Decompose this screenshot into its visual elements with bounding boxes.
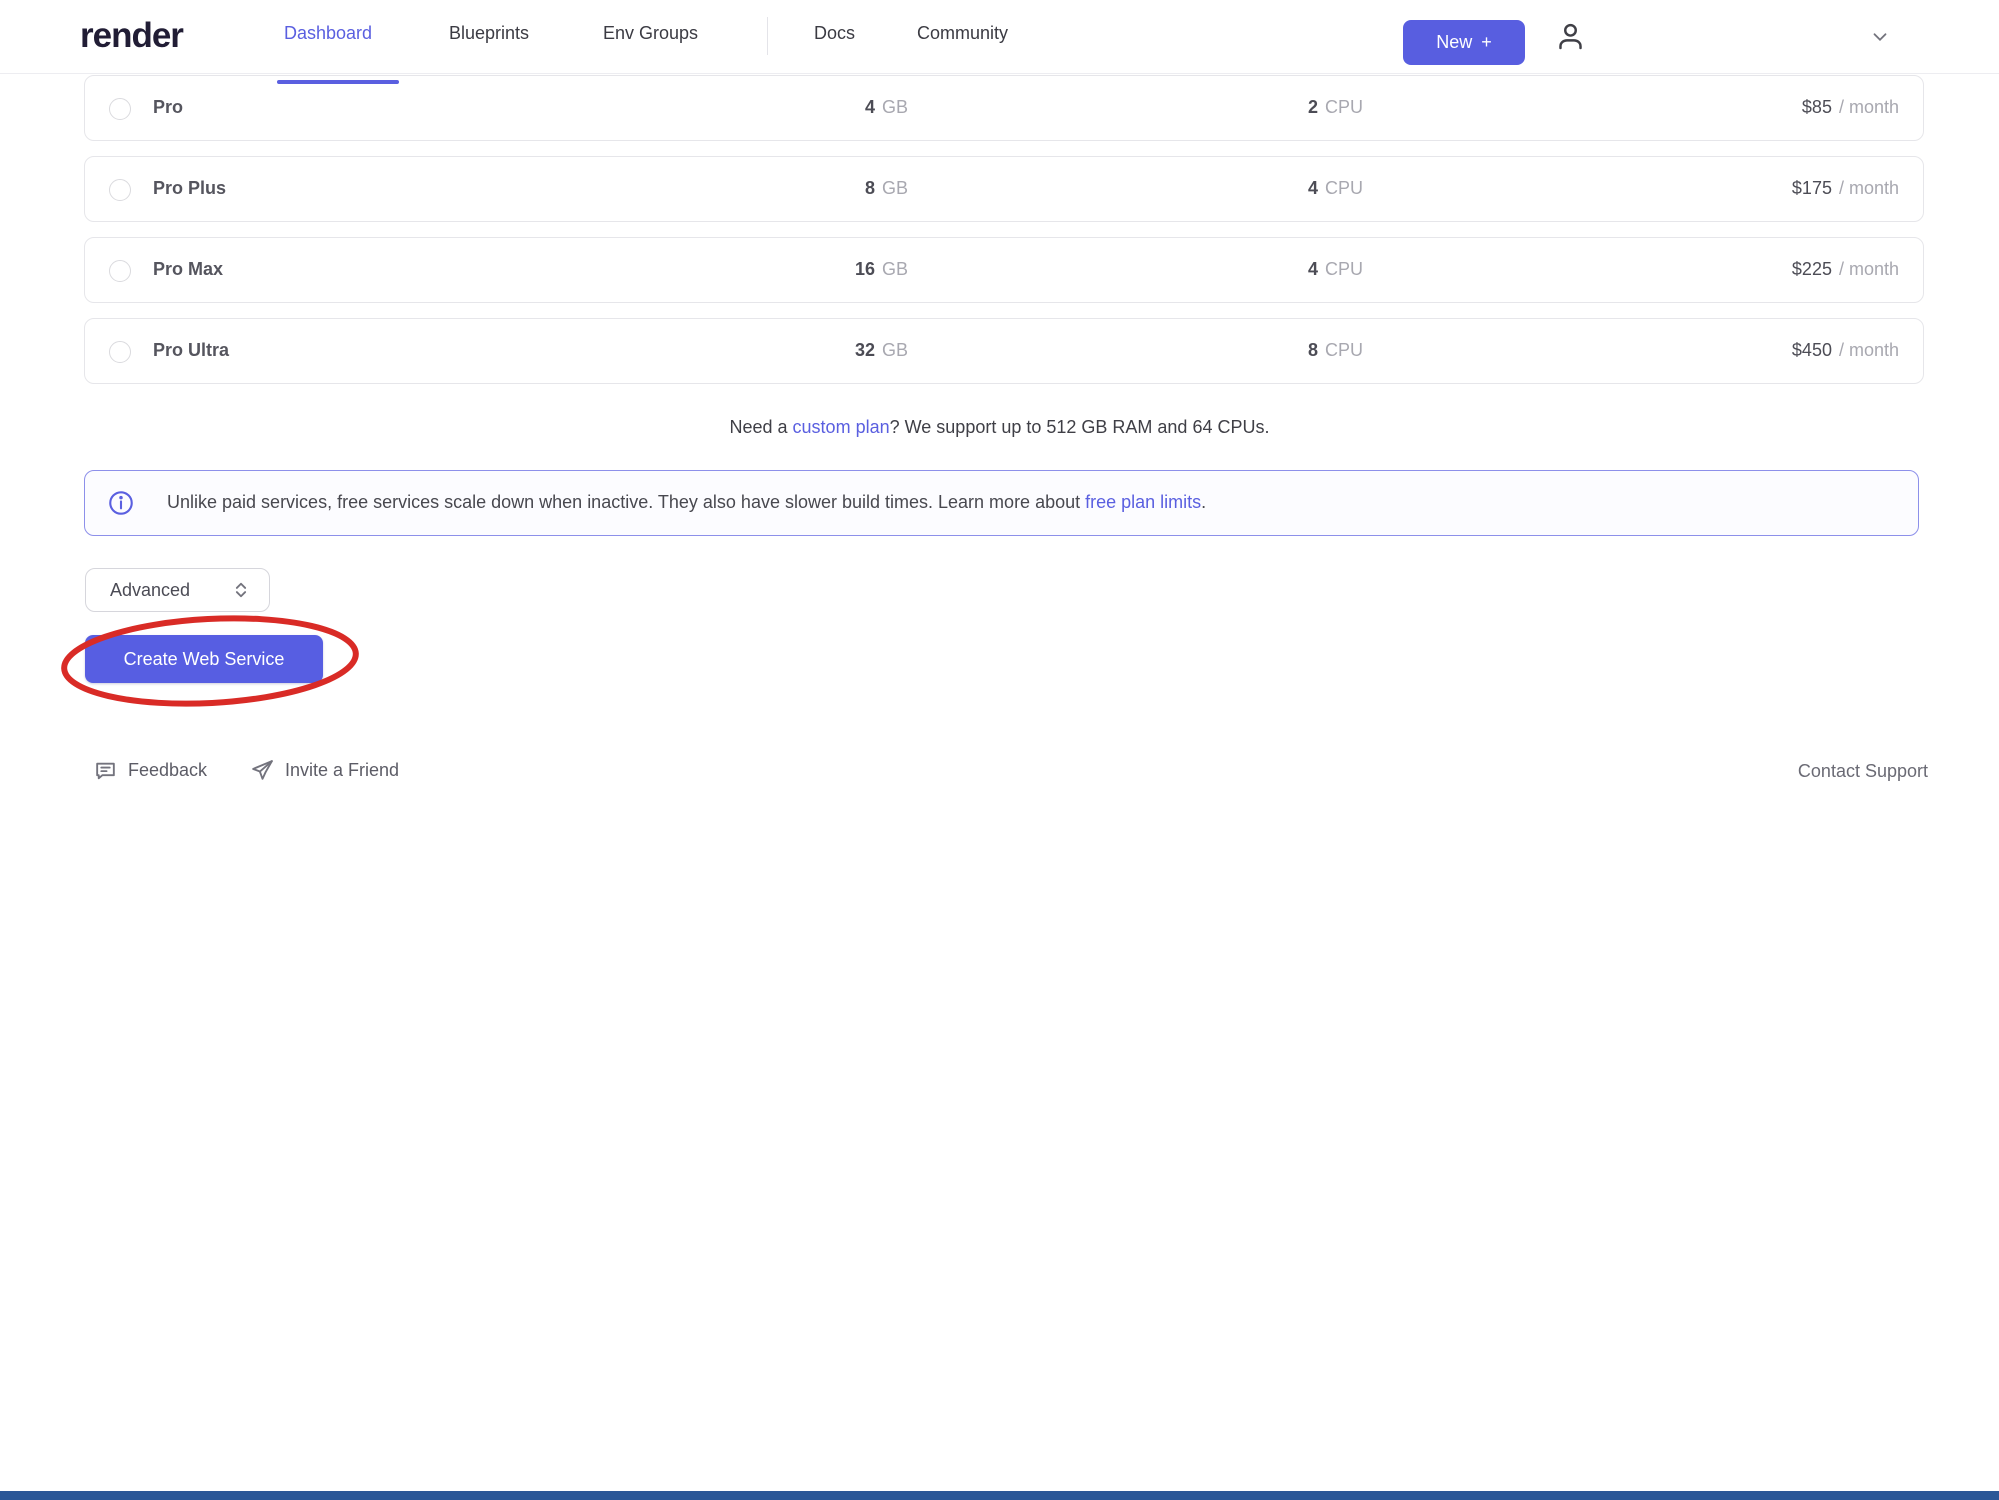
plan-row-pro-plus[interactable]: Pro Plus 8GB 4CPU $175/ month	[84, 156, 1924, 222]
user-icon[interactable]	[1552, 18, 1589, 60]
plus-icon: +	[1481, 32, 1492, 53]
plan-radio-pro[interactable]	[109, 98, 131, 120]
plan-cpu: 4CPU	[1308, 157, 1363, 219]
plan-cpu: 8CPU	[1308, 319, 1363, 381]
custom-plan-link[interactable]: custom plan	[793, 417, 890, 437]
plan-name: Pro Max	[153, 238, 223, 300]
nav-link-docs[interactable]: Docs	[814, 23, 855, 44]
invite-friend-link[interactable]: Invite a Friend	[250, 758, 399, 783]
new-button-label: New	[1436, 32, 1472, 53]
plan-name: Pro	[153, 76, 183, 138]
nav-link-community[interactable]: Community	[917, 23, 1008, 44]
advanced-label: Advanced	[110, 580, 190, 601]
nav-tab-dashboard[interactable]: Dashboard	[284, 23, 372, 44]
chevron-down-icon[interactable]	[1866, 26, 1894, 53]
plan-cpu: 4CPU	[1308, 238, 1363, 300]
plan-radio-pro-ultra[interactable]	[109, 341, 131, 363]
plan-ram: 8GB	[865, 157, 908, 219]
banner-text-after: .	[1201, 492, 1206, 512]
plan-price: $450/ month	[1792, 319, 1899, 381]
invite-friend-label: Invite a Friend	[285, 760, 399, 781]
plan-cpu: 2CPU	[1308, 76, 1363, 138]
create-web-service-button[interactable]: Create Web Service	[85, 635, 323, 683]
feedback-link[interactable]: Feedback	[93, 758, 207, 783]
unfold-icon	[231, 579, 251, 601]
nav-tab-env-groups[interactable]: Env Groups	[603, 23, 698, 44]
chat-bubble-icon	[93, 758, 118, 783]
top-navigation-bar: render Dashboard Blueprints Env Groups D…	[0, 0, 1999, 74]
bottom-bar	[0, 1491, 1999, 1500]
free-plan-limits-link[interactable]: free plan limits	[1085, 492, 1201, 512]
custom-plan-note: Need a custom plan? We support up to 512…	[0, 417, 1999, 438]
custom-plan-prefix: Need a	[730, 417, 793, 437]
plan-radio-pro-plus[interactable]	[109, 179, 131, 201]
plan-row-pro-ultra[interactable]: Pro Ultra 32GB 8CPU $450/ month	[84, 318, 1924, 384]
plan-radio-pro-max[interactable]	[109, 260, 131, 282]
render-logo: render	[80, 16, 183, 56]
plan-row-pro[interactable]: Pro 4GB 2CPU $85/ month	[84, 75, 1924, 141]
plan-name: Pro Ultra	[153, 319, 229, 381]
advanced-toggle[interactable]: Advanced	[85, 568, 270, 612]
render-dashboard-page: render Dashboard Blueprints Env Groups D…	[0, 0, 1999, 1500]
plan-name: Pro Plus	[153, 157, 226, 219]
nav-divider	[767, 17, 768, 55]
plan-ram: 32GB	[855, 319, 908, 381]
plan-price: $225/ month	[1792, 238, 1899, 300]
create-web-service-label: Create Web Service	[124, 649, 285, 670]
active-tab-underline	[277, 80, 399, 84]
plan-ram: 4GB	[865, 76, 908, 138]
plan-row-pro-max[interactable]: Pro Max 16GB 4CPU $225/ month	[84, 237, 1924, 303]
new-button[interactable]: New +	[1403, 20, 1525, 65]
banner-text: Unlike paid services, free services scal…	[167, 471, 1206, 534]
custom-plan-suffix: ? We support up to 512 GB RAM and 64 CPU…	[890, 417, 1270, 437]
nav-tab-blueprints[interactable]: Blueprints	[449, 23, 529, 44]
contact-support-link[interactable]: Contact Support	[1798, 758, 1928, 784]
banner-text-before: Unlike paid services, free services scal…	[167, 492, 1085, 512]
plan-ram: 16GB	[855, 238, 908, 300]
plan-price: $175/ month	[1792, 157, 1899, 219]
plan-price: $85/ month	[1802, 76, 1899, 138]
feedback-label: Feedback	[128, 760, 207, 781]
info-icon	[107, 489, 135, 522]
paper-plane-icon	[250, 758, 275, 783]
free-plan-info-banner: Unlike paid services, free services scal…	[84, 470, 1919, 536]
